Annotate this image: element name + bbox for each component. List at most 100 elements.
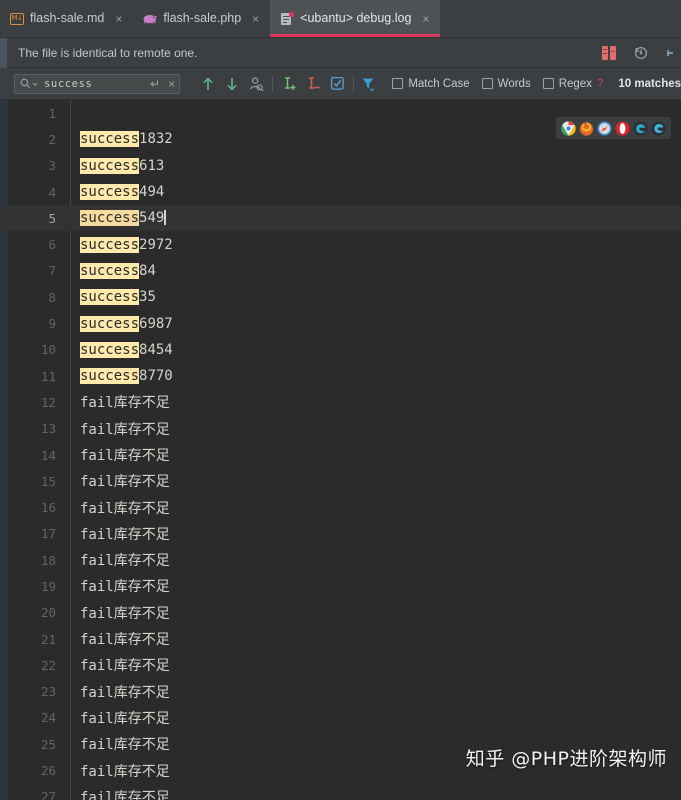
add-caret-icon[interactable]	[277, 72, 301, 96]
edge-icon[interactable]	[633, 121, 648, 136]
editor-line[interactable]: 27 fail库存不足	[0, 784, 681, 800]
editor-line[interactable]: 10 success8454	[0, 337, 681, 363]
tab-label: flash-sale.md	[30, 11, 105, 26]
line-text: fail库存不足	[80, 421, 170, 438]
php-elephant-icon	[143, 12, 157, 26]
editor-line[interactable]: 9 success6987	[0, 310, 681, 336]
revert-icon[interactable]	[633, 45, 649, 61]
line-text: success2972	[80, 236, 173, 253]
line-number: 4	[48, 184, 56, 200]
diff-icon[interactable]	[601, 44, 617, 61]
caret-group	[277, 72, 349, 96]
safari-icon[interactable]	[597, 121, 612, 136]
editor-line[interactable]: 19 fail库存不足	[0, 573, 681, 599]
find-toolbar: success ↵ × Match Case Words Regex ? 10 …	[0, 68, 681, 100]
editor-line[interactable]: 7 success84	[0, 258, 681, 284]
line-text: success494	[80, 184, 165, 201]
line-text: success8770	[80, 368, 173, 385]
editor-line[interactable]: 11 success8770	[0, 363, 681, 389]
editor-line[interactable]: 5 success549	[0, 205, 681, 232]
opera-icon[interactable]	[615, 121, 630, 136]
editor-line[interactable]: 14 fail库存不足	[0, 442, 681, 468]
line-text: fail库存不足	[80, 448, 170, 464]
checkbox-box[interactable]	[481, 78, 493, 89]
checkbox-label: Match Case	[408, 77, 470, 90]
line-number: 19	[40, 578, 56, 594]
find-navigation-group	[196, 72, 268, 96]
editor-line[interactable]: 12 fail库存不足	[0, 389, 681, 415]
line-text: success549	[80, 210, 166, 227]
search-icon	[20, 78, 38, 89]
editor-line[interactable]: 18 fail库存不足	[0, 547, 681, 573]
notification-message: The file is identical to remote one.	[18, 45, 198, 60]
tab-debug-log[interactable]: <ubantu> debug.log ×	[270, 0, 441, 37]
editor-line[interactable]: 21 fail库存不足	[0, 626, 681, 652]
editor-line[interactable]: 24 fail库存不足	[0, 705, 681, 731]
editor-tab-bar: M↓ flash-sale.md × flash-sale.php × <uba…	[0, 0, 681, 38]
line-number: 26	[40, 763, 56, 779]
search-match-highlight: success	[80, 341, 140, 358]
line-text: success84	[80, 262, 156, 279]
search-input[interactable]: success	[44, 78, 150, 90]
watermark: 知乎 @PHP进阶架构师	[465, 748, 667, 770]
editor-line[interactable]: 3 success613	[0, 153, 681, 179]
code-editor[interactable]: 1 2 success1832 3 success613 4 success494 5 succ…	[0, 100, 681, 800]
find-next-button[interactable]	[220, 72, 244, 96]
browser-launch-strip	[556, 117, 671, 139]
editor-line[interactable]: 15 fail库存不足	[0, 468, 681, 494]
editor-line[interactable]: 23 fail库存不足	[0, 679, 681, 705]
line-number: 10	[40, 342, 56, 358]
line-number: 18	[40, 552, 56, 568]
filter-funnel-icon[interactable]	[358, 72, 378, 96]
ide-window: M↓ flash-sale.md × flash-sale.php × <uba…	[0, 0, 681, 800]
search-match-highlight: success	[80, 262, 140, 279]
tab-flash-sale-php[interactable]: flash-sale.php ×	[133, 0, 270, 37]
remove-caret-icon[interactable]	[301, 72, 325, 96]
line-number: 5	[48, 210, 56, 226]
match-count-label: 10 matches	[618, 77, 681, 90]
toolbar-separator	[272, 75, 273, 92]
tab-flash-sale-md[interactable]: M↓ flash-sale.md ×	[0, 0, 133, 37]
regex-help-icon[interactable]: ?	[597, 78, 603, 90]
editor-line[interactable]: 16 fail库存不足	[0, 494, 681, 520]
line-text: fail库存不足	[80, 763, 170, 780]
internet-explorer-icon[interactable]	[651, 121, 666, 136]
more-icon[interactable]	[665, 45, 673, 61]
select-all-icon[interactable]	[325, 72, 349, 96]
log-file-icon	[280, 11, 295, 26]
tab-close-button[interactable]: ×	[420, 13, 431, 25]
checkbox-box[interactable]	[392, 78, 404, 89]
line-number: 23	[40, 684, 56, 700]
firefox-icon[interactable]	[579, 121, 594, 136]
words-checkbox[interactable]: Words	[481, 78, 531, 90]
regex-checkbox[interactable]: Regex	[542, 78, 592, 90]
tab-close-button[interactable]: ×	[250, 13, 261, 25]
editor-line[interactable]: 20 fail库存不足	[0, 600, 681, 626]
editor-line[interactable]: 4 success494	[0, 179, 681, 205]
editor-lines[interactable]: 1 2 success1832 3 success613 4 success494 5 succ…	[0, 100, 681, 800]
notification-action-group	[601, 44, 681, 61]
editor-line[interactable]: 6 success2972	[0, 231, 681, 257]
search-match-highlight: success	[80, 289, 140, 306]
search-input-wrapper[interactable]: success ↵ ×	[14, 73, 181, 94]
editor-line[interactable]: 8 success35	[0, 284, 681, 310]
line-text: success35	[80, 289, 156, 306]
chrome-icon[interactable]	[561, 120, 576, 136]
line-text: fail库存不足	[80, 526, 170, 543]
line-number: 27	[40, 789, 56, 800]
person-search-icon[interactable]	[244, 72, 268, 96]
find-previous-button[interactable]	[196, 72, 220, 96]
line-number: 2	[48, 131, 56, 147]
match-case-checkbox[interactable]: Match Case	[392, 77, 470, 90]
line-text: fail库存不足	[80, 684, 170, 701]
editor-line[interactable]: 17 fail库存不足	[0, 521, 681, 547]
line-number: 8	[48, 289, 56, 305]
clear-search-icon[interactable]: ×	[168, 78, 175, 90]
checkbox-box[interactable]	[542, 78, 554, 89]
search-submit-icon[interactable]: ↵	[150, 78, 160, 90]
editor-line[interactable]: 13 fail库存不足	[0, 416, 681, 442]
search-match-highlight: success	[80, 236, 140, 253]
text-caret	[164, 210, 166, 226]
tab-close-button[interactable]: ×	[113, 13, 124, 25]
editor-line[interactable]: 22 fail库存不足	[0, 652, 681, 678]
